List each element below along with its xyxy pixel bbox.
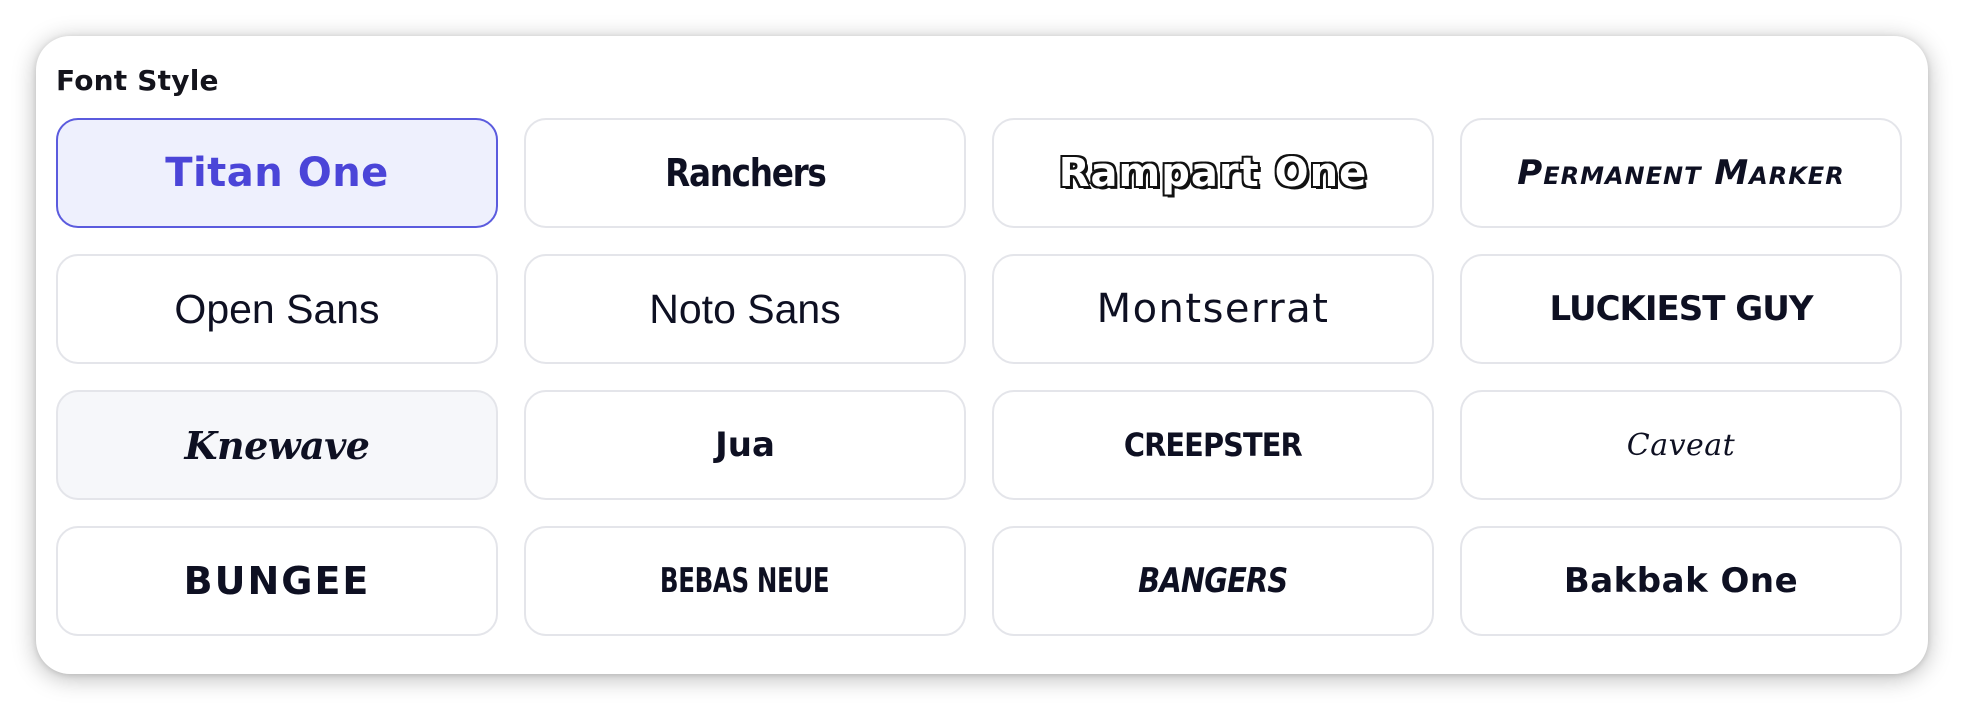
font-style-panel: Font Style Titan One Ranchers Rampart On… [36, 36, 1928, 674]
font-option-label: Ranchers [664, 151, 827, 195]
font-option-bebas-neue[interactable]: Bebas Neue [524, 526, 966, 636]
font-option-bangers[interactable]: Bangers [992, 526, 1434, 636]
font-option-knewave[interactable]: Knewave [56, 390, 498, 500]
panel-title: Font Style [56, 64, 219, 97]
font-option-bungee[interactable]: Bungee [56, 526, 498, 636]
font-option-montserrat[interactable]: Montserrat [992, 254, 1434, 364]
font-option-label: Rampart One [1058, 150, 1368, 196]
font-option-label: Permanent Marker [1517, 153, 1845, 193]
font-option-grid: Titan One Ranchers Rampart One Permanent… [56, 118, 1902, 636]
font-option-caveat[interactable]: Caveat [1460, 390, 1902, 500]
font-option-label: Knewave [184, 422, 370, 468]
font-option-label: Bungee [183, 559, 371, 603]
font-option-luckiest-guy[interactable]: Luckiest Guy [1460, 254, 1902, 364]
font-option-label: Jua [715, 425, 775, 465]
font-option-label: Bakbak One [1563, 561, 1799, 601]
font-option-open-sans[interactable]: Open Sans [56, 254, 498, 364]
font-option-creepster[interactable]: Creepster [992, 390, 1434, 500]
font-option-label: Luckiest Guy [1549, 289, 1814, 329]
font-option-label: Bangers [1138, 561, 1288, 601]
font-option-label: Caveat [1626, 427, 1736, 463]
font-option-label: Noto Sans [649, 285, 841, 332]
font-option-label: Bebas Neue [660, 561, 830, 601]
font-option-label: Creepster [1124, 426, 1303, 464]
font-option-bakbak-one[interactable]: Bakbak One [1460, 526, 1902, 636]
font-option-label: Titan One [165, 150, 389, 196]
font-option-label: Open Sans [174, 285, 380, 332]
font-option-label: Montserrat [1096, 286, 1330, 332]
font-option-jua[interactable]: Jua [524, 390, 966, 500]
font-option-rampart-one[interactable]: Rampart One [992, 118, 1434, 228]
font-option-titan-one[interactable]: Titan One [56, 118, 498, 228]
font-option-permanent-marker[interactable]: Permanent Marker [1460, 118, 1902, 228]
font-option-noto-sans[interactable]: Noto Sans [524, 254, 966, 364]
font-option-ranchers[interactable]: Ranchers [524, 118, 966, 228]
